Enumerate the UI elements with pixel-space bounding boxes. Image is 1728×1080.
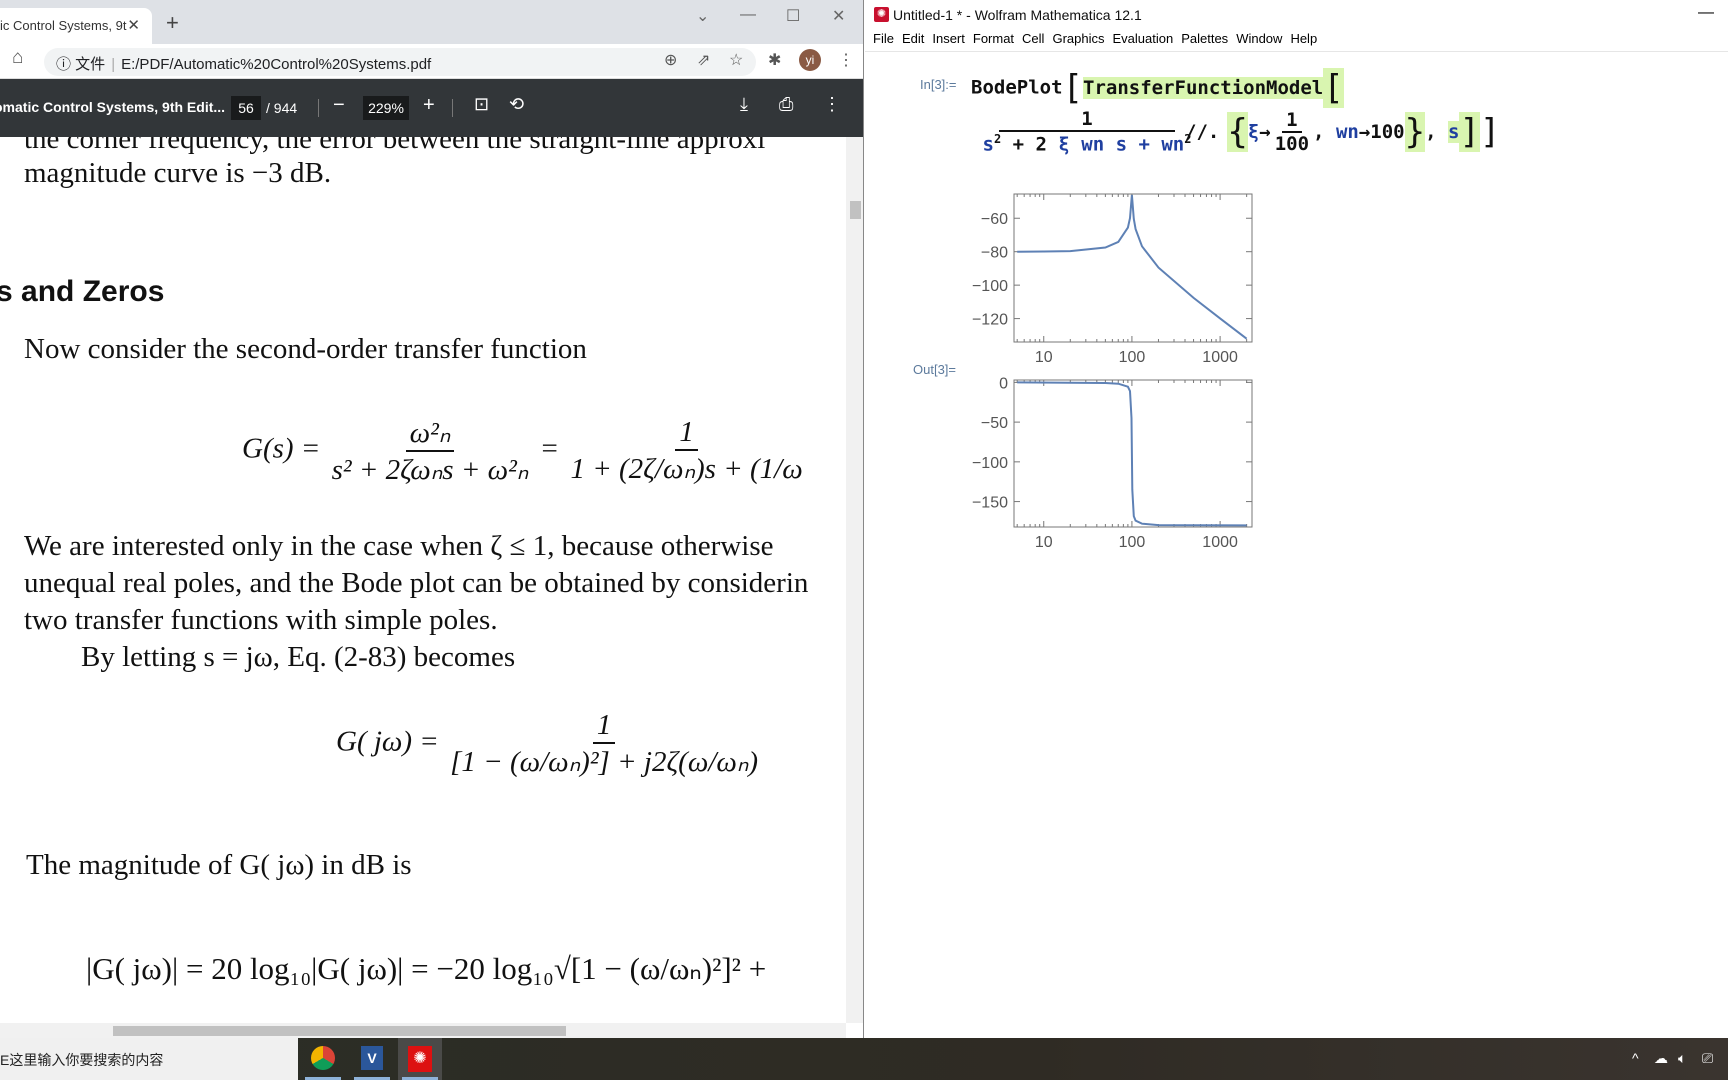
equation-g-s: G(s) = ω²ₙ s² + 2ζωₙs + ω²ₙ = 11 + (2ζ/ωₙ… <box>242 416 803 486</box>
print-icon[interactable]: ⎙ <box>779 94 793 115</box>
volume-icon[interactable]: 🔈︎ <box>1678 1050 1686 1067</box>
visio-taskbar-icon[interactable]: V <box>350 1038 394 1080</box>
y-tick-label: −80 <box>981 245 1008 262</box>
zoom-input[interactable]: 229% <box>363 96 409 120</box>
menu-cell[interactable]: Cell <box>1022 31 1044 46</box>
mathematica-window: Untitled-1 * - Wolfram Mathematica 12.1 … <box>865 0 1728 1038</box>
home-icon[interactable]: ⌂ <box>12 47 23 69</box>
pdf-title: omatic Control Systems, 9th Edit... <box>0 99 226 115</box>
file-label: 文件 <box>75 56 106 73</box>
tab-title: ic Control Systems, 9t <box>0 18 127 33</box>
tray-chevron-icon[interactable]: ^ <box>1632 1050 1639 1066</box>
y-tick-label: −120 <box>972 312 1008 329</box>
section-heading: s and Zeros <box>0 275 165 308</box>
share-icon[interactable]: ⇗ <box>697 50 710 70</box>
pdf-toolbar: omatic Control Systems, 9th Edit... 56 /… <box>0 79 863 137</box>
menu-graphics[interactable]: Graphics <box>1052 31 1104 46</box>
chrome-window: ic Control Systems, 9t ✕ + ⌄ — ☐ ✕ ⌂ ⓘ 文件… <box>0 0 864 1038</box>
input-line-2[interactable]: 1 s2 + 2 ξ wn s + wn2 //. {ξ → 1 100 , wn → 1… <box>983 108 1501 155</box>
text-line: We are interested only in the case when … <box>24 530 774 562</box>
text-line: By letting s = jω, Eq. (2-83) becomes <box>81 641 516 673</box>
vertical-scrollbar[interactable] <box>846 137 863 1023</box>
star-icon[interactable]: ☆ <box>729 50 743 70</box>
page-input[interactable]: 56 <box>231 96 261 120</box>
network-icon[interactable]: ⎚ <box>1702 1050 1713 1067</box>
menu-file[interactable]: File <box>873 31 894 46</box>
info-icon[interactable]: ⓘ <box>56 56 75 73</box>
menu-icon[interactable]: ⋮ <box>838 50 854 70</box>
menu-help[interactable]: Help <box>1290 31 1317 46</box>
x-tick-label: 100 <box>1119 534 1146 551</box>
onedrive-icon[interactable]: ☁ <box>1654 1050 1668 1067</box>
close-button[interactable]: ✕ <box>832 6 845 26</box>
address-bar[interactable]: ⓘ 文件 | E:/PDF/Automatic%20Control%20System… <box>44 48 756 76</box>
tab-bar: ic Control Systems, 9t ✕ + ⌄ — ☐ ✕ <box>0 0 863 44</box>
zoom-out-button[interactable]: − <box>333 94 345 117</box>
equation-magnitude: |G( jω)| = 20 log₁₀|G( jω)| = −20 log₁₀√… <box>86 951 767 986</box>
bode-plot[interactable]: 10 100 1000 −60 −80 −100 −120 10 100 1000 0 −50 −100… <box>865 180 1728 740</box>
url-text: E:/PDF/Automatic%20Control%20Systems.pdf <box>121 56 432 73</box>
y-tick-label: −60 <box>981 211 1008 228</box>
minimize-button[interactable]: — <box>740 6 756 24</box>
input-label: In[3]:= <box>920 77 957 92</box>
x-tick-label: 10 <box>1035 534 1053 551</box>
x-tick-label: 1000 <box>1202 534 1238 551</box>
x-tick-label: 10 <box>1035 349 1053 366</box>
y-tick-label: −150 <box>972 495 1008 512</box>
taskbar: E这里输入你要搜索的内容 V ✺ ^ ☁ 🔈︎ ⎚ <box>0 1038 1728 1080</box>
y-tick-label: −100 <box>972 455 1008 472</box>
zoom-in-button[interactable]: + <box>423 94 435 117</box>
menu-format[interactable]: Format <box>973 31 1014 46</box>
avatar[interactable]: yi <box>799 49 821 71</box>
y-tick-label: −50 <box>981 415 1008 432</box>
close-tab-icon[interactable]: ✕ <box>127 16 140 34</box>
text-line: Now consider the second-order transfer f… <box>24 333 587 365</box>
pdf-page: the corner frequency, the error between … <box>0 137 846 1023</box>
new-tab-button[interactable]: + <box>166 10 179 36</box>
download-icon[interactable]: ⤓ <box>740 94 748 115</box>
rotate-icon[interactable]: ⟲ <box>509 94 524 115</box>
x-tick-label: 1000 <box>1202 349 1238 366</box>
minimize-button[interactable]: — <box>1698 4 1714 22</box>
text-line: the corner frequency, the error between … <box>24 137 766 155</box>
tab-search-icon[interactable]: ⌄ <box>696 6 709 26</box>
horizontal-scrollbar[interactable] <box>0 1023 846 1038</box>
address-row: ⌂ ⓘ 文件 | E:/PDF/Automatic%20Control%20Syst… <box>0 44 863 79</box>
chrome-taskbar-icon[interactable] <box>301 1038 345 1080</box>
menu-insert[interactable]: Insert <box>932 31 965 46</box>
extensions-icon[interactable]: ✱ <box>768 50 781 70</box>
menu-bar: File Edit Insert Format Cell Graphics Evaluati… <box>865 31 1728 52</box>
mathematica-taskbar-icon[interactable]: ✺ <box>398 1038 442 1080</box>
text-line: magnitude curve is −3 dB. <box>24 157 332 189</box>
more-icon[interactable]: ⋮ <box>823 94 841 115</box>
menu-edit[interactable]: Edit <box>902 31 924 46</box>
y-tick-label: −100 <box>972 278 1008 295</box>
zoom-icon[interactable]: ⊕ <box>664 50 677 70</box>
window-title: Untitled-1 * - Wolfram Mathematica 12.1 <box>893 7 1142 23</box>
mathematica-logo-icon: ✺ <box>874 7 889 22</box>
menu-window[interactable]: Window <box>1236 31 1282 46</box>
scroll-thumb[interactable] <box>113 1026 566 1036</box>
tab-pdf[interactable]: ic Control Systems, 9t ✕ <box>0 8 152 44</box>
text-line: two transfer functions with simple poles… <box>24 604 498 636</box>
text-line: The magnitude of G( jω) in dB is <box>26 849 412 881</box>
input-line-1[interactable]: BodePlot[TransferFunctionModel[ <box>971 68 1344 108</box>
text-line: unequal real poles, and the Bode plot ca… <box>24 567 809 599</box>
menu-palettes[interactable]: Palettes <box>1181 31 1228 46</box>
page-total: / 944 <box>266 100 298 116</box>
search-input[interactable]: E这里输入你要搜索的内容 <box>0 1038 298 1080</box>
maximize-button[interactable]: ☐ <box>786 6 800 26</box>
fit-page-icon[interactable]: ⊡ <box>474 94 489 115</box>
equation-g-jw: G( jω) = 1 [1 − (ω/ωₙ)²] + j2ζ(ω/ωₙ) <box>336 709 759 778</box>
y-tick-label: 0 <box>999 375 1008 392</box>
scroll-thumb[interactable] <box>850 201 861 219</box>
menu-evaluation[interactable]: Evaluation <box>1112 31 1173 46</box>
x-tick-label: 100 <box>1119 349 1146 366</box>
